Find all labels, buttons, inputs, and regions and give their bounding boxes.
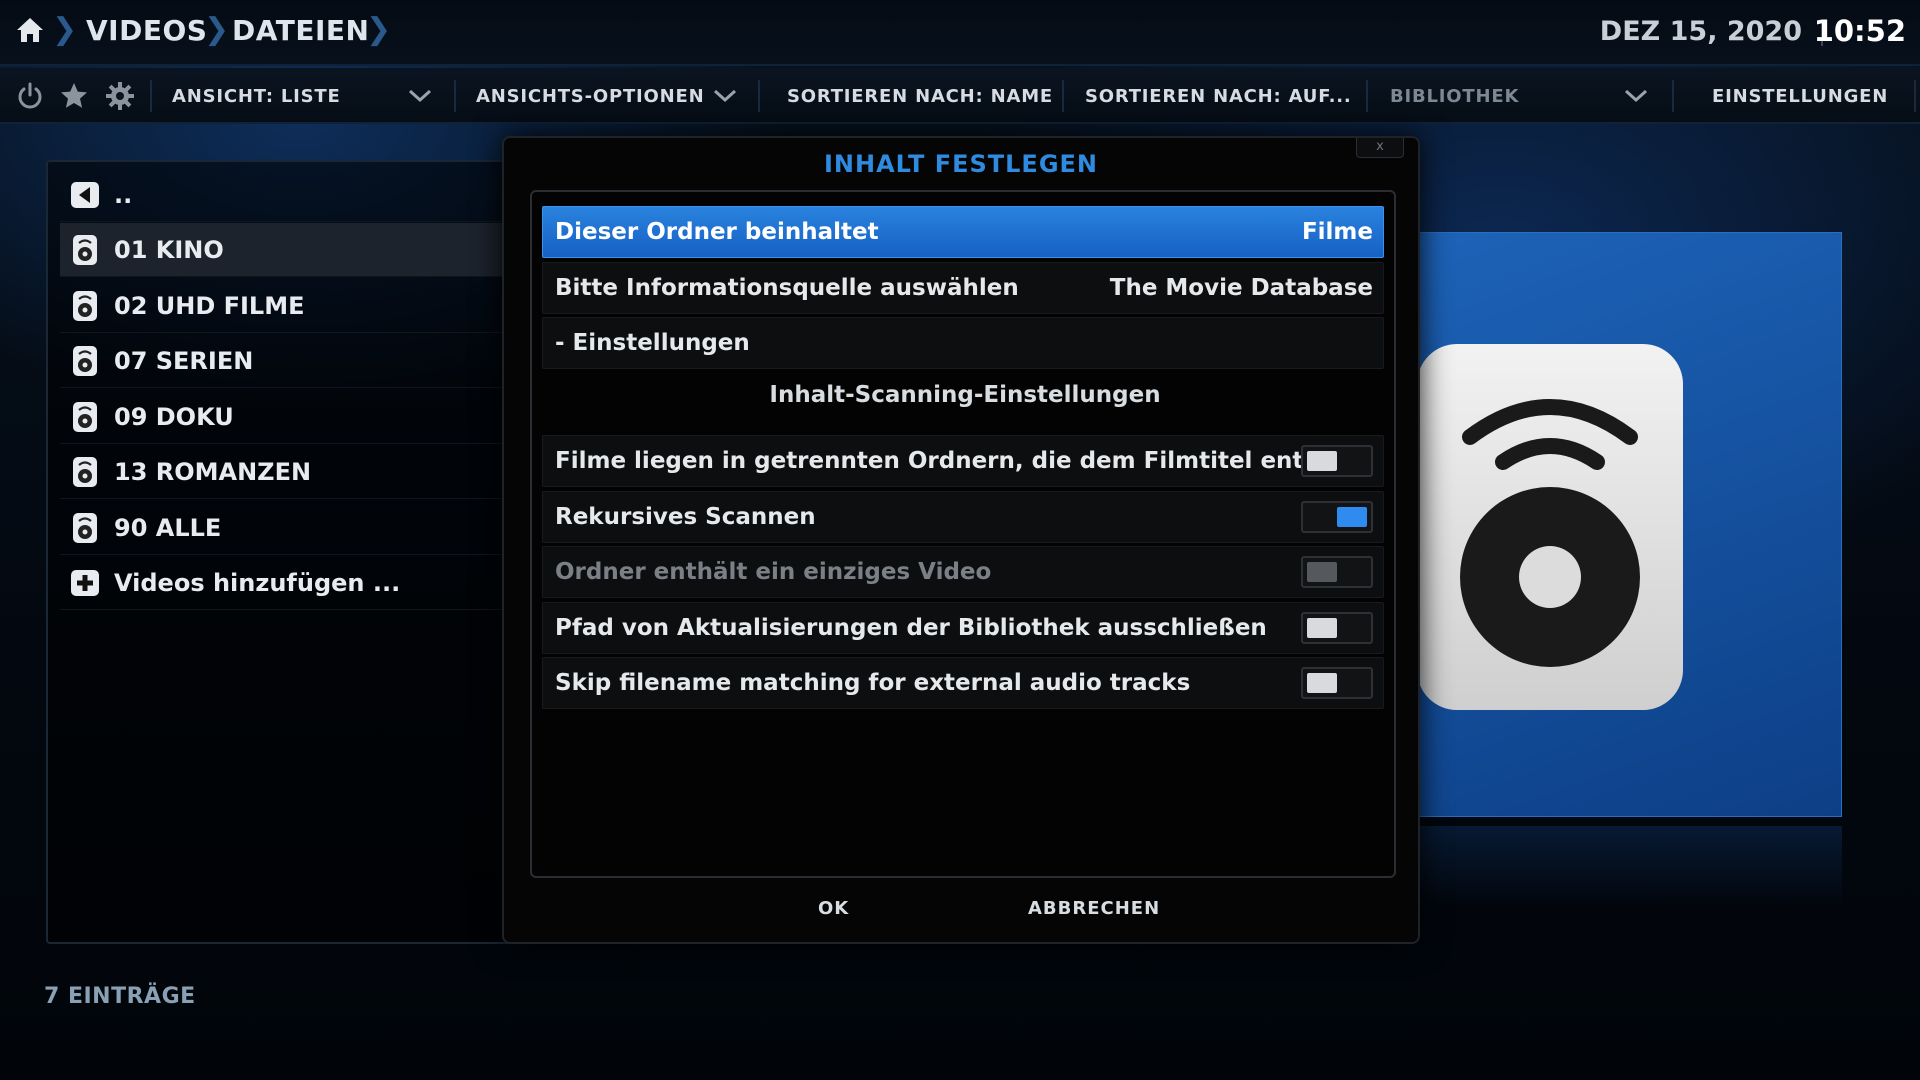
toggle-knob <box>1337 507 1367 527</box>
speaker-icon <box>1417 344 1683 710</box>
skip-filename-toggle-row[interactable]: Skip filename matching for external audi… <box>542 657 1384 709</box>
toolbar-divider <box>758 80 760 112</box>
clock: 10:52 <box>1813 14 1906 48</box>
date-display: DEZ 15, 2020 <box>1599 16 1802 47</box>
view-options-button[interactable]: ANSICHTS-OPTIONEN <box>476 86 704 107</box>
toggle-switch[interactable] <box>1301 612 1373 644</box>
back-icon <box>71 182 99 208</box>
toggle-switch[interactable] <box>1301 501 1373 533</box>
list-item-add-videos[interactable]: Videos hinzufügen ... <box>60 556 560 610</box>
star-icon[interactable] <box>58 80 90 112</box>
toggle-switch[interactable] <box>1301 445 1373 477</box>
single-video-toggle-row: Ordner enthält ein einziges Video <box>542 546 1384 598</box>
list-item-label: Videos hinzufügen ... <box>114 569 401 597</box>
speaker-icon <box>73 457 97 487</box>
scan-settings-heading: Inhalt-Scanning-Einstellungen <box>769 382 1161 408</box>
settings-button[interactable]: EINSTELLUNGEN <box>1712 86 1888 107</box>
setting-label: Rekursives Scannen <box>555 504 816 530</box>
speaker-icon <box>73 513 97 543</box>
speaker-icon <box>73 346 97 376</box>
breadcrumb-separator: ❯ <box>204 12 230 47</box>
setting-label: Skip filename matching for external audi… <box>555 670 1191 696</box>
list-item-uhd-filme[interactable]: 02 UHD FILME <box>60 279 560 333</box>
chevron-down-icon[interactable] <box>713 88 737 104</box>
toolbar-divider <box>1914 80 1916 112</box>
cancel-button[interactable]: ABBRECHEN <box>1028 898 1160 919</box>
toggle-knob <box>1307 673 1337 693</box>
breadcrumb-dateien[interactable]: DATEIEN <box>232 14 369 47</box>
ok-button[interactable]: OK <box>818 898 849 919</box>
breadcrumb-separator: ❯ <box>52 12 78 47</box>
toggle-switch <box>1301 556 1373 588</box>
settings-setting[interactable]: - Einstellungen <box>542 317 1384 369</box>
view-mode-button[interactable]: ANSICHT: LISTE <box>172 86 341 107</box>
toolbar: ANSICHT: LISTE ANSICHTS-OPTIONEN SORTIER… <box>0 68 1920 124</box>
toolbar-divider <box>1672 80 1674 112</box>
setting-label: Bitte Informationsquelle auswählen <box>555 275 1019 301</box>
plus-icon <box>71 570 99 596</box>
set-content-dialog: INHALT FESTLEGEN x Dieser Ordner beinhal… <box>502 136 1420 944</box>
list-item-label: 13 ROMANZEN <box>114 458 312 486</box>
setting-label: Filme liegen in getrennten Ordnern, die … <box>555 448 1360 474</box>
separate-folders-toggle-row[interactable]: Filme liegen in getrennten Ordnern, die … <box>542 435 1384 487</box>
exclude-path-toggle-row[interactable]: Pfad von Aktualisierungen der Bibliothek… <box>542 602 1384 654</box>
info-source-setting[interactable]: Bitte Informationsquelle auswählen The M… <box>542 262 1384 314</box>
list-item-romanzen[interactable]: 13 ROMANZEN <box>60 445 560 499</box>
sort-order-button[interactable]: SORTIEREN NACH: AUF... <box>1085 86 1352 107</box>
setting-label: Ordner enthält ein einziges Video <box>555 559 992 585</box>
list-item-serien[interactable]: 07 SERIEN <box>60 334 560 388</box>
breadcrumb-separator: ❯ <box>366 12 392 47</box>
speaker-icon <box>73 235 97 265</box>
list-item-label: 07 SERIEN <box>114 347 254 375</box>
preview-reflection <box>1400 826 1842 906</box>
library-toggle[interactable]: BIBLIOTHEK <box>1390 86 1519 107</box>
speaker-icon <box>73 402 97 432</box>
list-item-label: 09 DOKU <box>114 403 234 431</box>
content-type-setting[interactable]: Dieser Ordner beinhaltet Filme <box>542 206 1384 258</box>
gear-icon[interactable] <box>104 80 136 112</box>
list-item-parent[interactable]: .. <box>60 168 560 222</box>
setting-value: Filme <box>1301 219 1373 245</box>
recursive-scan-toggle-row[interactable]: Rekursives Scannen <box>542 491 1384 543</box>
sort-by-button[interactable]: SORTIEREN NACH: NAME <box>787 86 1053 107</box>
list-item-label: 90 ALLE <box>114 514 222 542</box>
setting-value: The Movie Database <box>1109 275 1373 301</box>
power-icon[interactable] <box>14 80 46 112</box>
speaker-icon <box>73 291 97 321</box>
list-item-label: .. <box>114 181 133 209</box>
setting-label: Pfad von Aktualisierungen der Bibliothek… <box>555 615 1267 641</box>
top-bar: ❯ VIDEOS ❯ DATEIEN ❯ DEZ 15, 2020 10:52 <box>0 0 1920 66</box>
list-item-alle[interactable]: 90 ALLE <box>60 501 560 555</box>
home-icon[interactable] <box>14 14 46 46</box>
toggle-switch[interactable] <box>1301 667 1373 699</box>
breadcrumb-videos[interactable]: VIDEOS <box>86 14 207 47</box>
chevron-down-icon[interactable] <box>408 88 432 104</box>
list-item-kino[interactable]: 01 KINO <box>60 223 560 277</box>
dialog-title: INHALT FESTLEGEN <box>823 150 1099 178</box>
toggle-knob <box>1307 562 1337 582</box>
toolbar-divider <box>1062 80 1064 112</box>
dialog-content: Dieser Ordner beinhaltet Filme Bitte Inf… <box>530 190 1396 878</box>
toolbar-divider <box>150 80 152 112</box>
setting-label: - Einstellungen <box>555 330 750 356</box>
toggle-knob <box>1307 451 1337 471</box>
close-button[interactable]: x <box>1356 138 1404 158</box>
setting-label: Dieser Ordner beinhaltet <box>555 219 879 245</box>
chevron-down-icon[interactable] <box>1624 88 1648 104</box>
toggle-knob <box>1307 618 1337 638</box>
file-list: .. 01 KINO 02 UHD FILME 07 SERIEN 09 DOK… <box>46 160 566 944</box>
list-item-label: 01 KINO <box>114 236 224 264</box>
list-item-doku[interactable]: 09 DOKU <box>60 390 560 444</box>
item-count: 7 EINTRÄGE <box>44 984 196 1009</box>
list-item-label: 02 UHD FILME <box>114 292 305 320</box>
toolbar-divider <box>454 80 456 112</box>
toolbar-divider <box>1366 80 1368 112</box>
